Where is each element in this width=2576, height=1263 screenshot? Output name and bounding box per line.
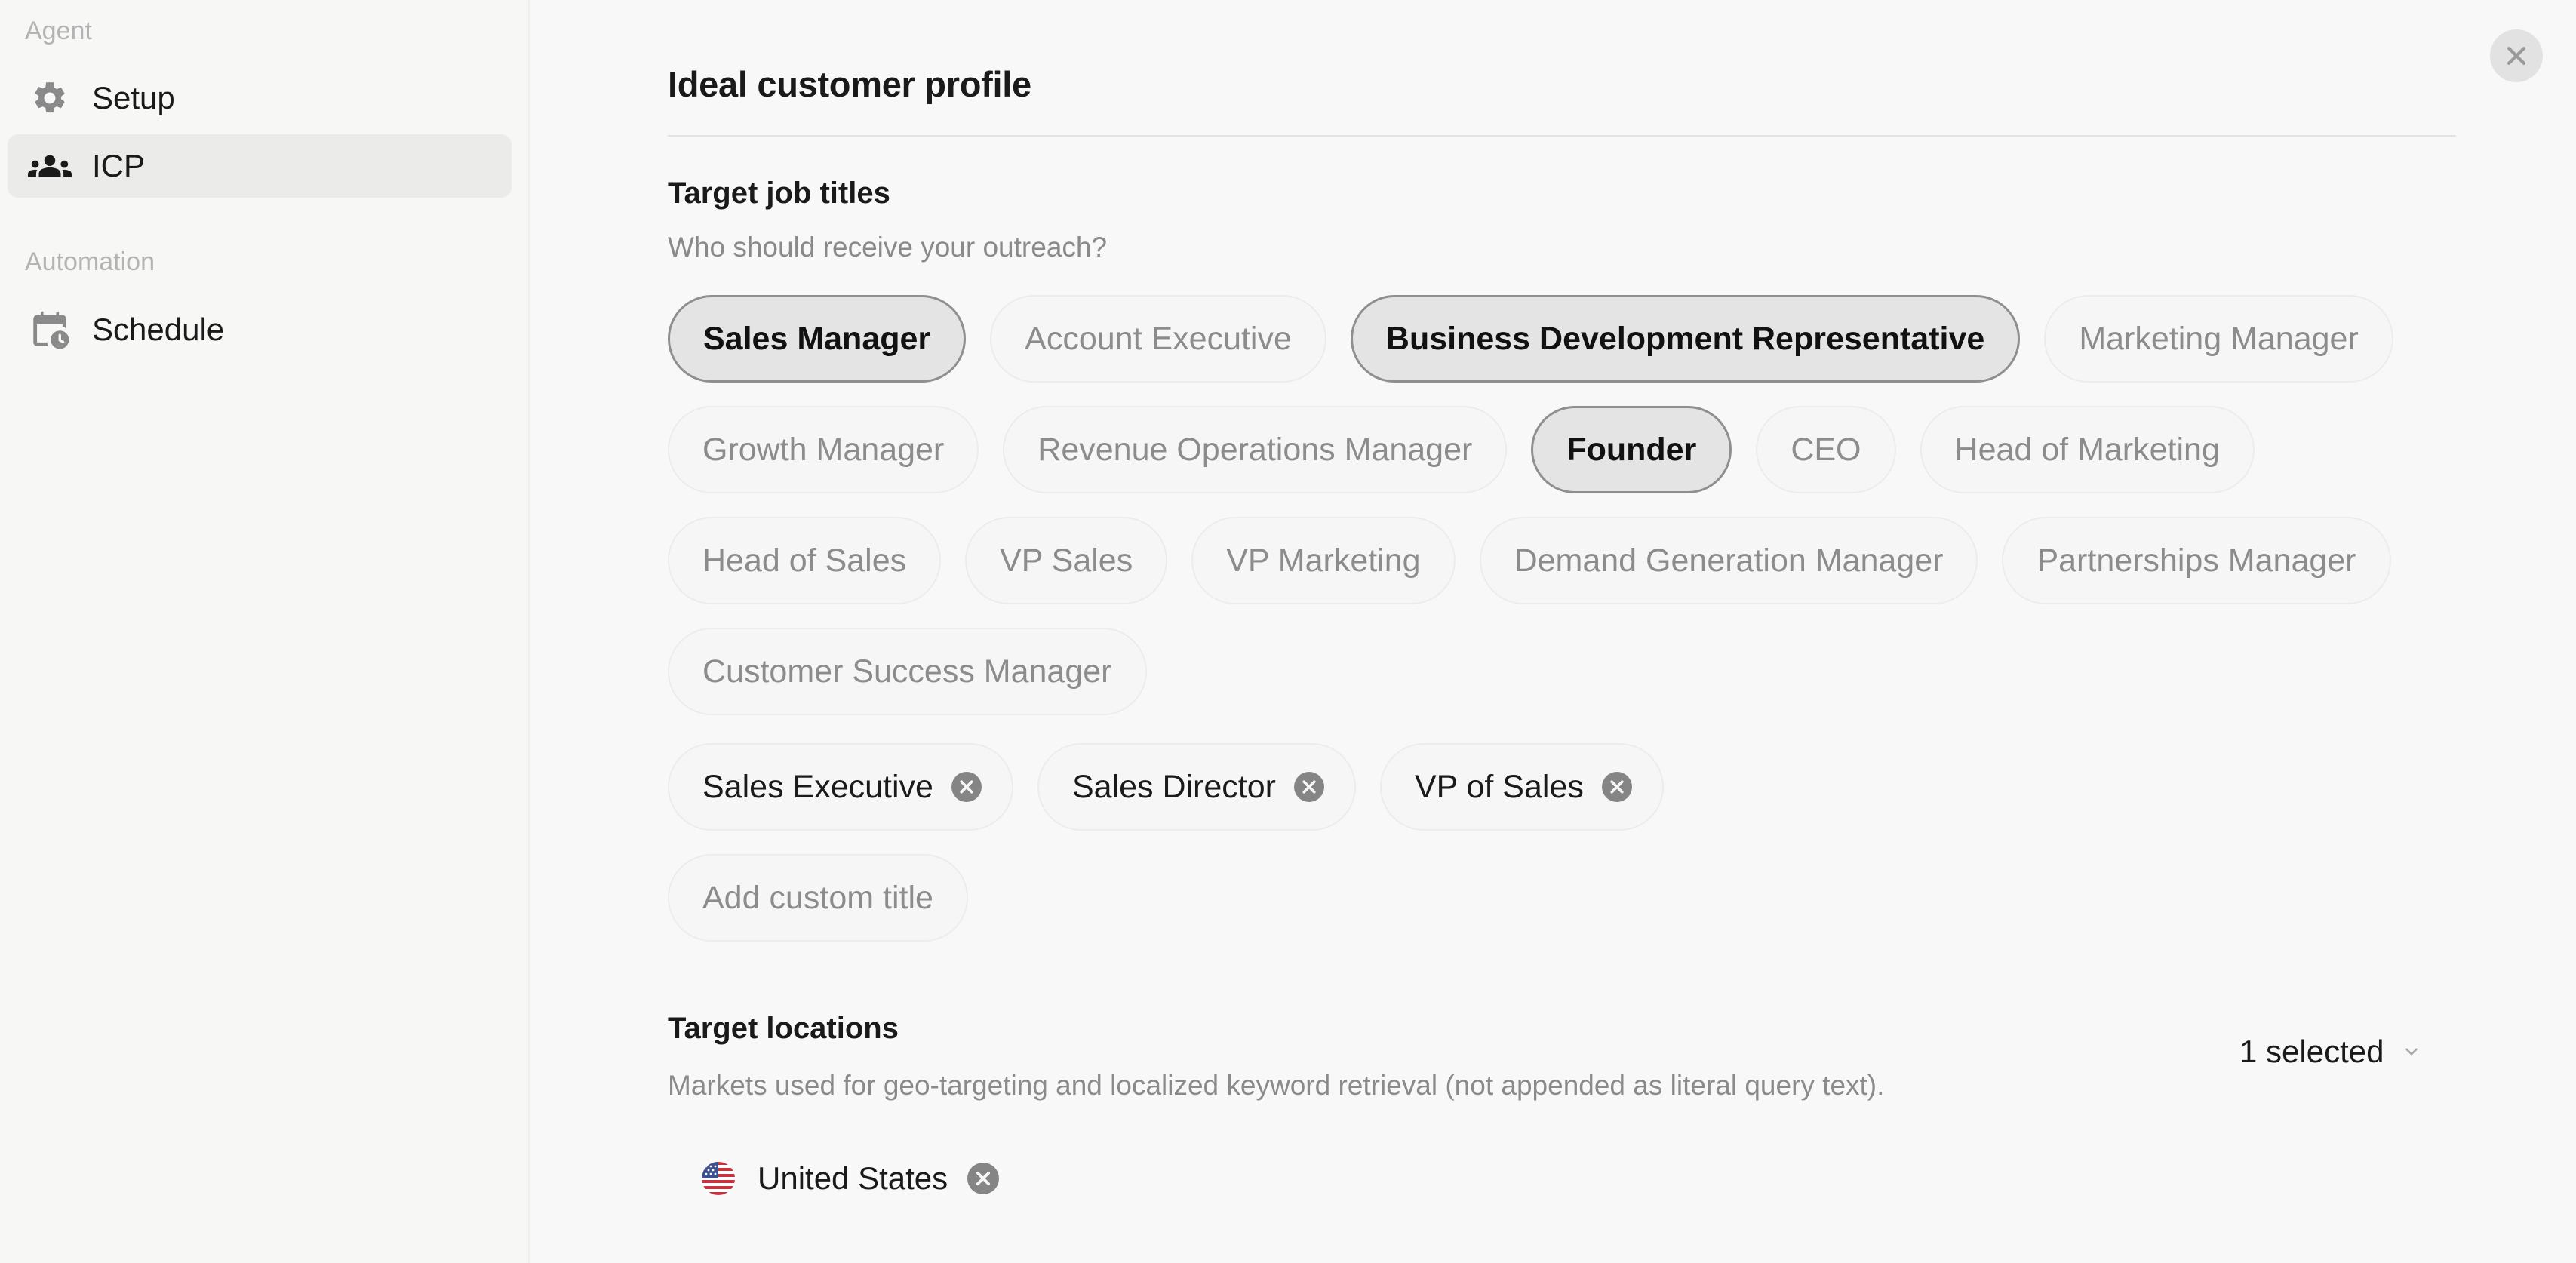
- remove-icon[interactable]: [951, 772, 982, 802]
- close-icon: [2507, 46, 2526, 66]
- job-title-chip[interactable]: Head of Sales: [668, 517, 942, 604]
- close-button[interactable]: [2490, 29, 2543, 82]
- custom-title-label: Sales Executive: [702, 768, 933, 805]
- job-title-chip[interactable]: Founder: [1531, 406, 1732, 493]
- sidebar-item-schedule[interactable]: Schedule: [8, 298, 512, 361]
- remove-icon[interactable]: [1601, 772, 1632, 802]
- locations-title: Target locations: [668, 1012, 899, 1045]
- add-custom-row: Add custom title: [668, 854, 968, 942]
- job-title-chip[interactable]: VP Marketing: [1191, 517, 1456, 604]
- job-title-chip[interactable]: Partnerships Manager: [2002, 517, 2391, 604]
- job-title-chip[interactable]: Marketing Manager: [2044, 295, 2393, 383]
- calendar-clock-icon: [27, 307, 72, 352]
- job-title-row: Sales Manager Account Executive Business…: [668, 295, 2393, 383]
- job-title-row: Head of Sales VP Sales VP Marketing Dema…: [668, 517, 2391, 604]
- job-title-chip[interactable]: Head of Marketing: [1920, 406, 2255, 493]
- gear-icon: [27, 75, 72, 121]
- job-title-chip[interactable]: Account Executive: [990, 295, 1326, 383]
- locations-dropdown[interactable]: 1 selected: [2239, 1034, 2421, 1070]
- dropdown-value: 1 selected: [2239, 1034, 2384, 1069]
- sidebar-item-label: Schedule: [92, 312, 225, 347]
- page-title: Ideal customer profile: [668, 64, 1031, 104]
- us-flag-icon: [702, 1162, 735, 1195]
- sidebar: Agent Setup ICP Automation Schedule: [0, 0, 530, 1263]
- sidebar-item-icp[interactable]: ICP: [8, 134, 512, 198]
- job-title-row: Customer Success Manager: [668, 628, 1147, 715]
- sidebar-item-label: Setup: [92, 80, 175, 115]
- chevron-down-icon: [2405, 1048, 2418, 1056]
- job-title-chip[interactable]: Growth Manager: [668, 406, 979, 493]
- job-title-chip[interactable]: Business Development Representative: [1350, 295, 2021, 383]
- job-title-chip[interactable]: Sales Manager: [668, 295, 967, 383]
- custom-title-chip: VP of Sales: [1379, 743, 1664, 831]
- custom-title-label: VP of Sales: [1414, 768, 1584, 805]
- job-titles-subtitle: Who should receive your outreach?: [668, 232, 1108, 263]
- custom-title-label: Sales Director: [1071, 768, 1276, 805]
- remove-icon[interactable]: [1293, 772, 1324, 802]
- sidebar-item-setup[interactable]: Setup: [8, 66, 512, 130]
- sidebar-section-automation: Automation: [25, 247, 155, 276]
- job-titles-title: Target job titles: [668, 177, 890, 210]
- location-chip: United States: [702, 1160, 1000, 1197]
- custom-title-chip: Sales Executive: [668, 743, 1013, 831]
- remove-icon[interactable]: [967, 1163, 1000, 1194]
- job-title-chip[interactable]: Customer Success Manager: [668, 628, 1147, 715]
- job-title-chip[interactable]: VP Sales: [965, 517, 1168, 604]
- job-title-chip[interactable]: Revenue Operations Manager: [1003, 406, 1508, 493]
- location-label: United States: [758, 1160, 948, 1196]
- locations-subtitle: Markets used for geo-targeting and local…: [668, 1070, 1885, 1101]
- custom-title-chip: Sales Director: [1037, 743, 1356, 831]
- sidebar-item-label: ICP: [92, 148, 146, 183]
- custom-title-row: Sales Executive Sales Director VP of Sal…: [668, 743, 1664, 831]
- job-title-chip[interactable]: Demand Generation Manager: [1479, 517, 1978, 604]
- header-divider: [668, 135, 2456, 137]
- add-custom-title-input[interactable]: Add custom title: [668, 854, 968, 942]
- sidebar-section-agent: Agent: [25, 17, 92, 45]
- job-title-row: Growth Manager Revenue Operations Manage…: [668, 406, 2255, 493]
- job-title-chip[interactable]: CEO: [1756, 406, 1896, 493]
- users-icon: [27, 143, 72, 189]
